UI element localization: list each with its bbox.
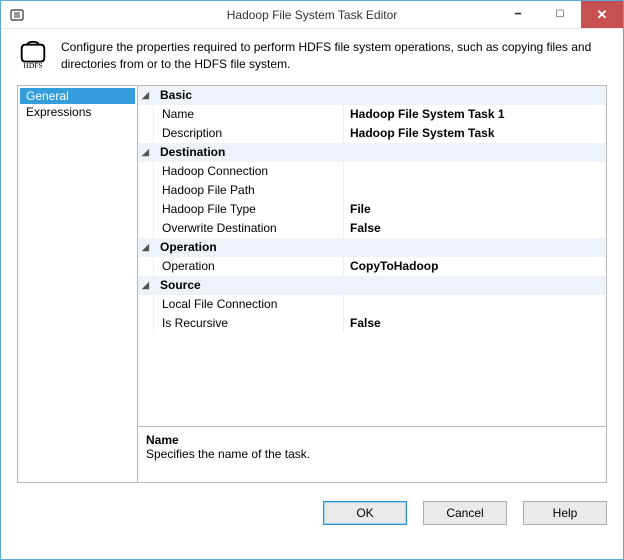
category-label: Operation [154,238,344,257]
content: General Expressions ◢BasicNameHadoop Fil… [17,85,607,483]
expand-icon[interactable]: ◢ [138,86,154,105]
header: HDFS Configure the properties required t… [1,29,623,85]
nav-item-expressions[interactable]: Expressions [20,104,135,120]
minimize-button[interactable]: ━ [497,1,539,28]
property-grid[interactable]: ◢BasicNameHadoop File System Task 1Descr… [138,86,606,426]
property-label: Is Recursive [154,314,344,333]
property-row[interactable]: Hadoop Connection [138,162,606,181]
category-row[interactable]: ◢Basic [138,86,606,105]
property-label: Name [154,105,344,124]
row-gutter [138,105,154,124]
category-row[interactable]: ◢Destination [138,143,606,162]
property-value[interactable] [344,181,606,200]
nav-pane: General Expressions [18,86,138,482]
header-description: Configure the properties required to per… [61,39,607,73]
property-value[interactable]: False [344,219,606,238]
header-hdfs-icon: HDFS [17,39,49,71]
property-row[interactable]: OperationCopyToHadoop [138,257,606,276]
help-title: Name [146,433,598,447]
category-value [344,143,606,162]
property-value[interactable] [344,295,606,314]
expand-icon[interactable]: ◢ [138,276,154,295]
help-button[interactable]: Help [523,501,607,525]
row-gutter [138,162,154,181]
property-row[interactable]: Hadoop File TypeFile [138,200,606,219]
property-value[interactable]: File [344,200,606,219]
property-value[interactable]: CopyToHadoop [344,257,606,276]
row-gutter [138,181,154,200]
window-controls: ━ ☐ ✕ [497,1,623,28]
expand-icon[interactable]: ◢ [138,238,154,257]
property-row[interactable]: Local File Connection [138,295,606,314]
property-label: Overwrite Destination [154,219,344,238]
expand-icon[interactable]: ◢ [138,143,154,162]
row-gutter [138,200,154,219]
category-value [344,276,606,295]
category-label: Source [154,276,344,295]
help-text: Specifies the name of the task. [146,447,598,461]
category-row[interactable]: ◢Source [138,276,606,295]
hdfs-icon [9,7,25,23]
row-gutter [138,257,154,276]
property-label: Hadoop File Path [154,181,344,200]
row-gutter [138,124,154,143]
category-value [344,86,606,105]
window: Hadoop File System Task Editor ━ ☐ ✕ HDF… [0,0,624,560]
row-gutter [138,295,154,314]
property-row[interactable]: Overwrite DestinationFalse [138,219,606,238]
maximize-button[interactable]: ☐ [539,1,581,28]
property-label: Hadoop Connection [154,162,344,181]
property-value[interactable] [344,162,606,181]
footer: OK Cancel Help [1,483,623,541]
property-value[interactable]: Hadoop File System Task [344,124,606,143]
ok-button[interactable]: OK [323,501,407,525]
property-label: Hadoop File Type [154,200,344,219]
category-label: Destination [154,143,344,162]
property-row[interactable]: DescriptionHadoop File System Task [138,124,606,143]
close-button[interactable]: ✕ [581,1,623,28]
svg-text:HDFS: HDFS [23,61,42,70]
property-label: Description [154,124,344,143]
property-label: Local File Connection [154,295,344,314]
property-row[interactable]: Hadoop File Path [138,181,606,200]
category-row[interactable]: ◢Operation [138,238,606,257]
property-row[interactable]: NameHadoop File System Task 1 [138,105,606,124]
nav-item-general[interactable]: General [20,88,135,104]
right-pane: ◢BasicNameHadoop File System Task 1Descr… [138,86,606,482]
category-value [344,238,606,257]
property-row[interactable]: Is RecursiveFalse [138,314,606,333]
row-gutter [138,314,154,333]
cancel-button[interactable]: Cancel [423,501,507,525]
row-gutter [138,219,154,238]
category-label: Basic [154,86,344,105]
property-label: Operation [154,257,344,276]
help-panel: Name Specifies the name of the task. [138,426,606,482]
property-value[interactable]: False [344,314,606,333]
property-value[interactable]: Hadoop File System Task 1 [344,105,606,124]
titlebar: Hadoop File System Task Editor ━ ☐ ✕ [1,1,623,29]
